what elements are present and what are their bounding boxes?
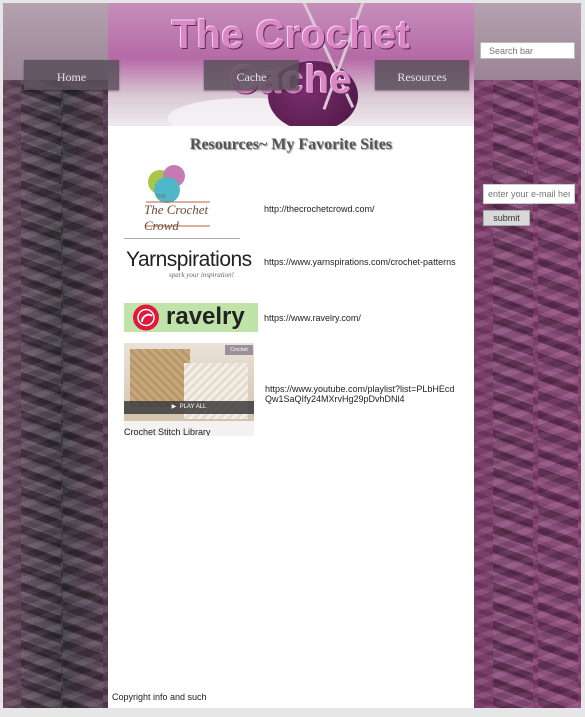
play-all-label: PLAY ALL [179,404,207,410]
link-crochetcrowd[interactable]: http://thecrochetcrowd.com/ [264,204,375,214]
link-ravelry[interactable]: https://www.ravelry.com/ [264,313,361,323]
nav-cache[interactable]: Cache [204,60,299,90]
ravelry-wordmark: ravelry [166,303,245,330]
nav-home[interactable]: Home [24,60,119,90]
link-yarnspirations[interactable]: https://www.yarnspirations.com/crochet-p… [264,257,456,267]
play-all-button[interactable]: ▶ PLAY ALL [124,401,254,414]
nav-resources-label: Resources [397,70,447,84]
nav-resources[interactable]: Resources [375,60,469,90]
crochet-crowd-wordmark: The Crochet Crowd [144,202,209,233]
thumbnail-badge: Crochet [225,345,253,355]
youtube-playlist-thumbnail[interactable]: Crochet ▶ PLAY ALL Crochet Stitch Librar… [124,343,254,436]
subscribe-label: Subscribe by e-mail [484,167,564,177]
ravelry-logo[interactable]: ravelry [124,303,258,332]
ravelry-r-icon [133,304,159,331]
braid-texture [493,3,533,708]
submit-button[interactable]: submit [483,210,530,226]
divider [124,238,240,239]
yarnspirations-tagline: spark your inspiration! [169,271,234,279]
crochet-crowd-logo[interactable]: THE The Crochet Crowd [138,160,218,233]
nav-cache-label: Cache [236,70,267,84]
yarnspirations-wordmark: Yarnspirations [126,248,252,271]
braid-texture [21,3,61,708]
bottom-bar [0,708,585,717]
page-title: Resources~ My Favorite Sites [189,136,393,153]
link-youtube-playlist[interactable]: https://www.youtube.com/playlist?list=PL… [265,384,455,404]
braid-texture [538,3,578,708]
copyright-text: Copyright info and such [112,692,207,702]
search-input[interactable] [480,42,575,59]
playlist-title: Crochet Stitch Library [124,427,211,436]
knit-swatch [130,349,190,407]
yarnspirations-logo[interactable]: Yarnspirations spark your inspiration! [124,244,252,284]
thumbnail-image: Crochet ▶ PLAY ALL [124,343,254,421]
nav-home-label: Home [56,70,87,84]
email-field[interactable] [483,184,575,204]
braid-texture [63,3,103,708]
crochet-crowd-the: THE [156,194,166,200]
